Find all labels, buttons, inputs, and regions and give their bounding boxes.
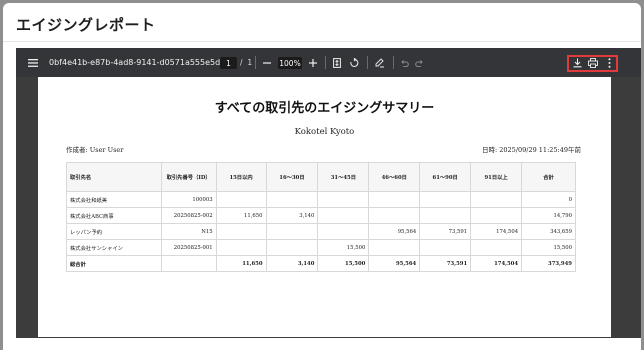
table-cell	[215, 239, 267, 256]
table-cell	[317, 191, 370, 208]
page-separator: /	[240, 58, 243, 67]
table-cell: 343,659	[521, 223, 576, 240]
modal-title: エイジングレポート	[16, 16, 156, 34]
table-cell: 総合計	[66, 255, 162, 272]
table-cell	[470, 207, 523, 224]
table-cell: レッパン予約	[66, 223, 162, 240]
column-header: 31～45日	[317, 162, 370, 192]
table-cell	[368, 207, 421, 224]
toolbar-divider	[255, 56, 256, 69]
pdf-canvas[interactable]: すべての取引先のエイジングサマリー Kokotel Kyoto 作成者: Use…	[16, 77, 641, 338]
aging-table: 取引先名 取引先番号（ID） 15日以内 16～30日 31～45日 46～60…	[66, 162, 576, 272]
column-header: 46～60日	[368, 162, 421, 192]
table-cell	[265, 223, 319, 240]
toolbar-divider	[325, 56, 326, 69]
table-cell	[368, 191, 421, 208]
table-header-row: 取引先名 取引先番号（ID） 15日以内 16～30日 31～45日 46～60…	[66, 162, 576, 192]
table-cell: 174,504	[470, 255, 523, 272]
undo-icon[interactable]	[398, 48, 410, 77]
report-company: Kokotel Kyoto	[294, 127, 355, 137]
pdf-viewer: 0bf4e41b-e87b-4ad8-9141-d0571a555e5d 1 /…	[16, 48, 641, 338]
table-cell: 株式会社ABC商事	[66, 207, 162, 224]
rotate-icon[interactable]	[347, 48, 361, 77]
table-row: 株式会社ABC商事 20250825-002 11,650 3,140 14,7…	[66, 207, 576, 224]
table-cell	[419, 207, 472, 224]
document-name: 0bf4e41b-e87b-4ad8-9141-d0571a555e5d	[49, 58, 221, 67]
table-cell: 73,591	[419, 255, 472, 272]
table-row: レッパン予約 N15 95,564 73,591 174,504 343,659	[66, 223, 576, 240]
table-cell: 174,504	[470, 223, 523, 240]
table-cell: 95,564	[368, 223, 421, 240]
modal-divider	[3, 41, 641, 42]
pdf-toolbar: 0bf4e41b-e87b-4ad8-9141-d0571a555e5d 1 /…	[16, 48, 641, 77]
table-cell: 11,650	[215, 207, 267, 224]
table-cell: 373,949	[521, 255, 576, 272]
table-total-row: 総合計 11,650 3,140 15,500 95,564 73,591 17…	[66, 255, 576, 272]
redo-icon[interactable]	[413, 48, 425, 77]
toolbar-divider	[393, 56, 394, 69]
table-row: 株式会社サンシャイン 20250825-001 15,500 15,500	[66, 239, 576, 256]
toolbar-divider	[367, 56, 368, 69]
column-header: 16～30日	[265, 162, 319, 192]
column-header: 15日以内	[215, 162, 267, 192]
table-cell: 15,500	[521, 239, 576, 256]
column-header: 61～90日	[419, 162, 472, 192]
aging-report-modal: エイジングレポート 0bf4e41b-e87b-4ad8-9141-d0571a…	[3, 3, 641, 350]
total-pages: 1	[247, 58, 253, 67]
table-cell: N15	[160, 223, 217, 240]
column-header: 取引先番号（ID）	[160, 162, 217, 192]
zoom-level-input[interactable]: 100%	[278, 57, 302, 69]
menu-icon[interactable]	[26, 48, 40, 77]
table-row: 株式会社和紙美 100003 0	[66, 191, 576, 208]
table-cell: 株式会社サンシャイン	[66, 239, 162, 256]
table-cell: 15,500	[317, 255, 370, 272]
download-icon[interactable]	[570, 48, 584, 77]
table-cell: 73,591	[419, 223, 472, 240]
page-number-input[interactable]: 1	[220, 57, 237, 69]
table-cell	[215, 191, 267, 208]
table-cell	[368, 239, 421, 256]
table-cell: 95,564	[368, 255, 421, 272]
table-cell: 20250825-002	[160, 207, 217, 224]
column-header: 91日以上	[470, 162, 523, 192]
table-cell	[265, 239, 319, 256]
table-cell: 14,790	[521, 207, 576, 224]
report-title: すべての取引先のエイジングサマリー	[214, 101, 435, 116]
column-header: 取引先名	[66, 162, 162, 192]
table-cell	[160, 255, 217, 272]
table-cell: 11,650	[215, 255, 267, 272]
fit-page-icon[interactable]	[331, 48, 343, 77]
zoom-in-icon[interactable]	[307, 48, 319, 77]
zoom-out-icon[interactable]	[261, 48, 273, 77]
column-header: 合計	[521, 162, 576, 192]
table-cell: 0	[521, 191, 576, 208]
table-cell	[317, 223, 370, 240]
annotate-icon[interactable]	[373, 48, 387, 77]
table-cell: 3,140	[265, 255, 319, 272]
table-cell	[470, 191, 523, 208]
table-cell	[215, 223, 267, 240]
table-cell: 20250825-001	[160, 239, 217, 256]
table-cell	[419, 239, 472, 256]
report-date: 日時: 2025/09/29 11:25:49午前	[482, 146, 581, 154]
page-count: / 1	[240, 48, 252, 77]
more-icon[interactable]	[604, 48, 614, 77]
pdf-page: すべての取引先のエイジングサマリー Kokotel Kyoto 作成者: Use…	[38, 77, 611, 337]
table-cell: 株式会社和紙美	[66, 191, 162, 208]
table-cell	[470, 239, 523, 256]
table-cell: 100003	[160, 191, 217, 208]
table-cell	[265, 191, 319, 208]
table-cell	[419, 191, 472, 208]
table-cell: 3,140	[265, 207, 319, 224]
table-cell: 15,500	[317, 239, 370, 256]
table-cell	[317, 207, 370, 224]
report-author: 作成者: User User	[66, 146, 124, 154]
print-icon[interactable]	[586, 48, 600, 77]
